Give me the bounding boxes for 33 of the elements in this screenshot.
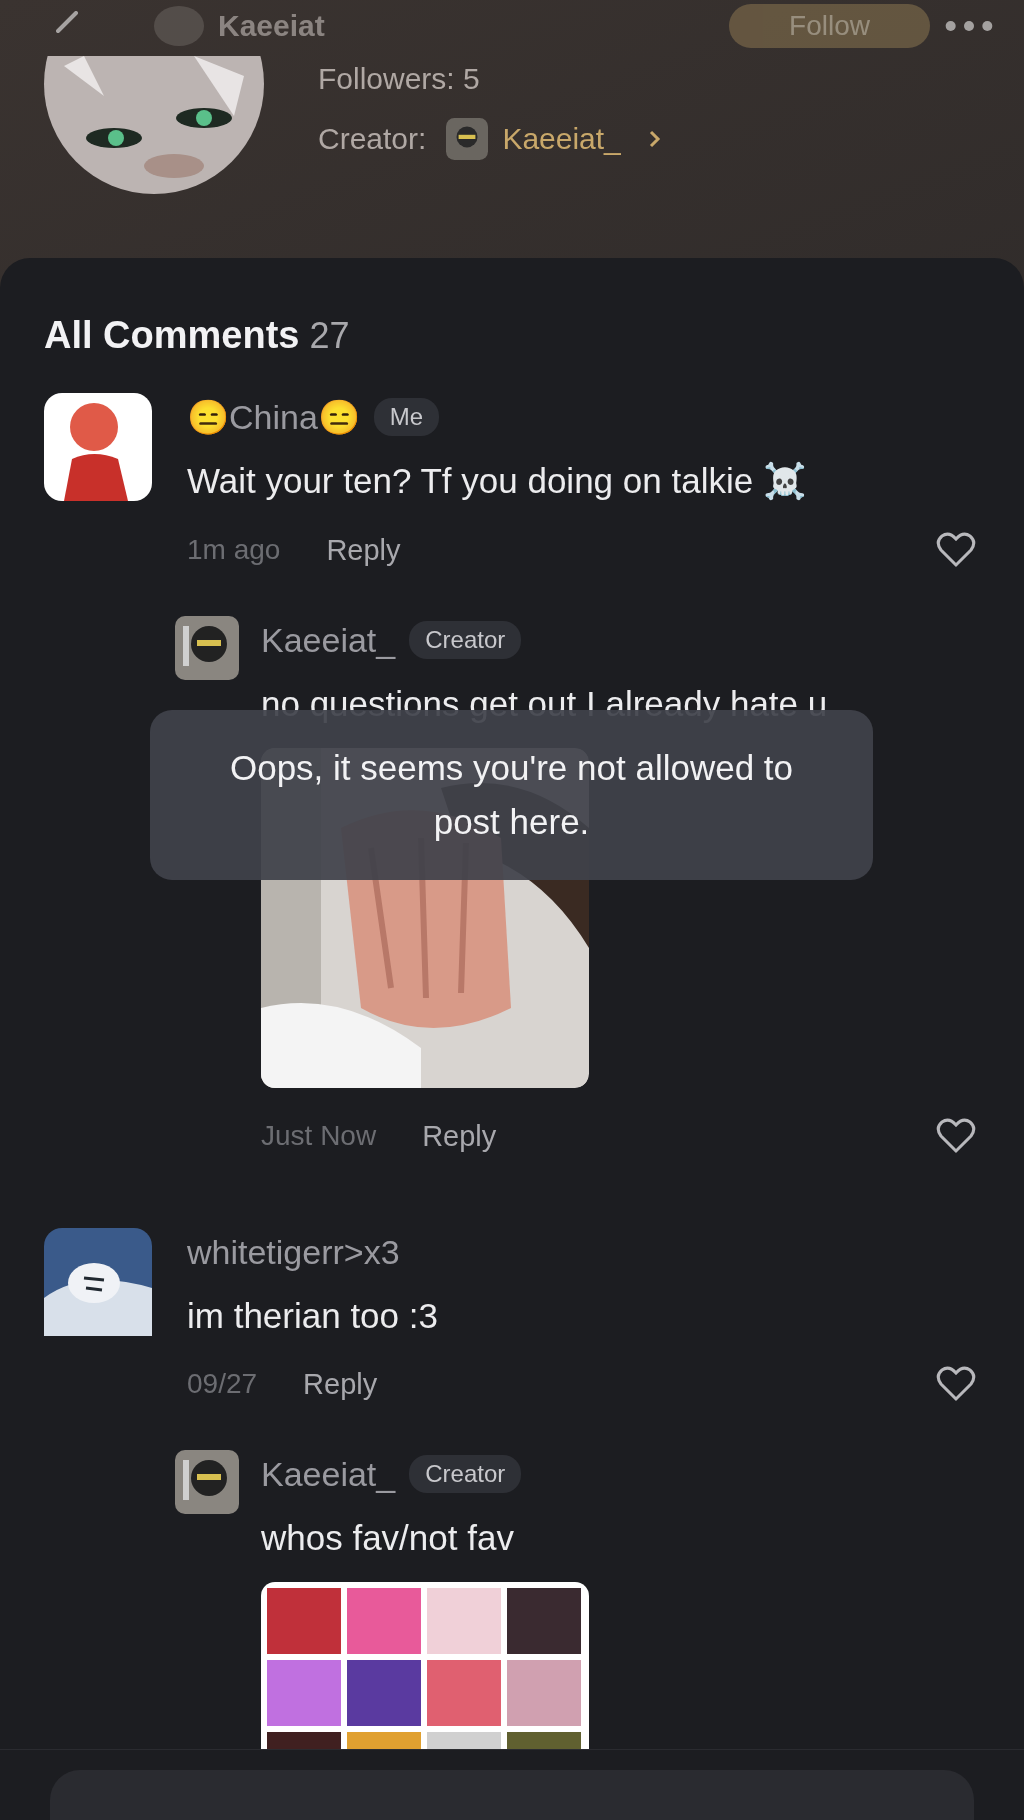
comment-time: 09/27 xyxy=(187,1368,258,1400)
comment-text: whos fav/not fav xyxy=(261,1518,514,1558)
like-icon[interactable] xyxy=(936,1366,976,1402)
username[interactable]: Kaeeiat_ xyxy=(261,1454,396,1494)
reply-button[interactable]: Reply xyxy=(303,1367,378,1401)
chevron-icon[interactable] xyxy=(648,129,661,149)
comment-text: Wait your ten? Tf you doing on talkie ☠ xyxy=(187,461,807,502)
avatar[interactable] xyxy=(44,393,152,501)
profile-title: Kaeeiat xyxy=(218,9,326,43)
creator-label: Creator: xyxy=(318,122,427,156)
comments-title: All Comments xyxy=(44,314,300,357)
avatar xyxy=(446,118,489,160)
comment-time: Just Now xyxy=(261,1120,377,1152)
avatar[interactable] xyxy=(44,1228,152,1336)
avatar[interactable] xyxy=(175,1450,239,1514)
creator-link[interactable]: Kaeeiat_ xyxy=(502,122,621,156)
username[interactable]: Kaeeiat_ xyxy=(261,620,396,660)
like-icon[interactable] xyxy=(936,1118,976,1154)
like-icon[interactable] xyxy=(936,532,976,568)
reply-button[interactable]: Reply xyxy=(422,1119,497,1153)
user-badge: Me xyxy=(373,398,440,436)
user-badge: Creator xyxy=(409,1455,522,1493)
reply-button[interactable]: Reply xyxy=(326,533,401,567)
comment-time: 1m ago xyxy=(187,534,281,566)
toast-message: Oops, it seems you're not allowed to post here. xyxy=(150,710,873,880)
comment-count: 27 xyxy=(309,315,350,357)
username[interactable]: 😑China😑 xyxy=(187,397,360,437)
avatar[interactable] xyxy=(175,616,239,680)
user-badge: Creator xyxy=(409,621,522,659)
followers-count: Followers: 5 xyxy=(318,62,481,96)
avatar xyxy=(154,6,204,46)
comment-text: im therian too :3 xyxy=(187,1296,438,1336)
username[interactable]: whitetigerr>x3 xyxy=(187,1232,400,1272)
